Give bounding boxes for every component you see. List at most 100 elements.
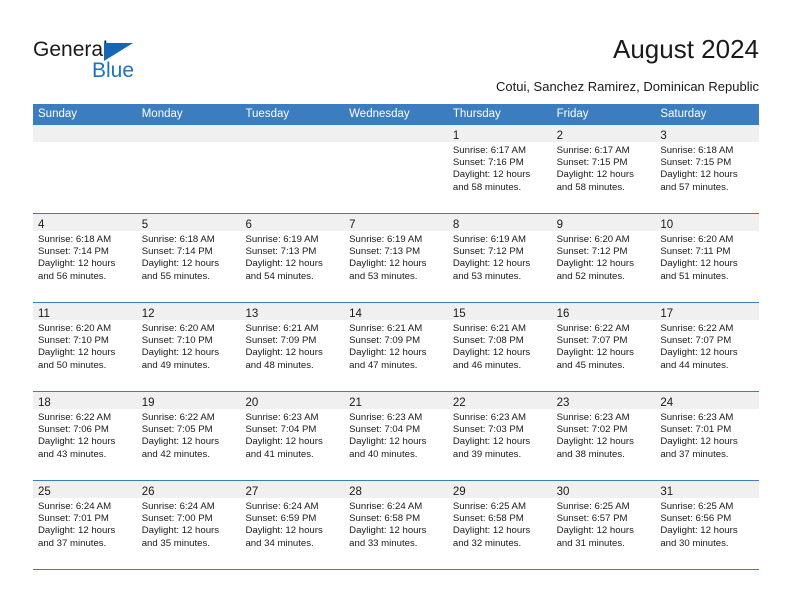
daylight-text-line2: and 48 minutes. (245, 359, 314, 371)
day-cell[interactable]: 24 Sunrise: 6:23 AM Sunset: 7:01 PM Dayligh… (655, 392, 760, 480)
daylight-text-line2: and 33 minutes. (349, 537, 418, 549)
day-number-strip: 20 (240, 392, 345, 409)
day-cell[interactable]: 31 Sunrise: 6:25 AM Sunset: 6:56 PM Dayligh… (655, 481, 760, 569)
day-cell[interactable]: 11 Sunrise: 6:20 AM Sunset: 7:10 PM Dayligh… (33, 303, 137, 391)
sunrise-text: Sunrise: 6:22 AM (141, 412, 215, 423)
day-number-strip: 7 (344, 214, 448, 231)
daylight-text-line1: Daylight: 12 hours (141, 525, 220, 537)
daylight-text-line2: and 53 minutes. (349, 270, 418, 282)
sunrise-text: Sunrise: 6:23 AM (452, 412, 526, 423)
day-number-strip: 3 (655, 125, 760, 142)
sunset-text: Sunset: 7:09 PM (245, 335, 317, 347)
daylight-text-line1: Daylight: 12 hours (141, 436, 220, 448)
daylight-text-line2: and 58 minutes. (452, 181, 522, 193)
day-details: Sunrise: 6:25 AM Sunset: 6:57 PM Daylight:… (552, 498, 656, 550)
day-details: Sunrise: 6:23 AM Sunset: 7:02 PM Daylight:… (552, 409, 656, 461)
day-cell[interactable]: 25 Sunrise: 6:24 AM Sunset: 7:01 PM Dayligh… (33, 481, 137, 569)
day-cell[interactable]: 4 Sunrise: 6:18 AM Sunset: 7:14 PM Daylight… (33, 214, 137, 302)
week-row: 18 Sunrise: 6:22 AM Sunset: 7:06 PM Dayligh… (33, 391, 760, 480)
day-cell[interactable]: 12 Sunrise: 6:20 AM Sunset: 7:10 PM Dayligh… (136, 303, 241, 391)
daylight-text-line2: and 42 minutes. (141, 448, 210, 460)
daylight-text-line1: Daylight: 12 hours (349, 436, 427, 448)
sunset-text: Sunset: 7:07 PM (556, 335, 628, 347)
day-cell[interactable]: 28 Sunrise: 6:24 AM Sunset: 6:58 PM Dayligh… (344, 481, 448, 569)
sunset-text: Sunset: 6:58 PM (452, 513, 524, 525)
day-cell[interactable]: 5 Sunrise: 6:18 AM Sunset: 7:14 PM Daylight… (136, 214, 241, 302)
sunrise-text: Sunrise: 6:23 AM (245, 412, 319, 423)
sunset-text: Sunset: 7:04 PM (245, 424, 317, 436)
day-cell[interactable]: 14 Sunrise: 6:21 AM Sunset: 7:09 PM Dayligh… (344, 303, 448, 391)
daylight-text-line2: and 44 minutes. (660, 359, 729, 371)
day-details: Sunrise: 6:21 AM Sunset: 7:09 PM Daylight:… (240, 320, 344, 372)
daylight-text-line1: Daylight: 12 hours (38, 258, 116, 270)
sunset-text: Sunset: 7:11 PM (660, 246, 731, 258)
day-number: 24 (660, 397, 674, 409)
day-cell[interactable]: 20 Sunrise: 6:23 AM Sunset: 7:04 PM Dayligh… (240, 392, 345, 480)
daylight-text-line2: and 35 minutes. (141, 537, 210, 549)
day-cell[interactable]: 17 Sunrise: 6:22 AM Sunset: 7:07 PM Dayligh… (655, 303, 760, 391)
day-details: Sunrise: 6:25 AM Sunset: 6:56 PM Daylight:… (655, 498, 759, 550)
day-cell[interactable]: 18 Sunrise: 6:22 AM Sunset: 7:06 PM Dayligh… (33, 392, 137, 480)
day-number-strip (240, 125, 345, 142)
day-cell[interactable]: 7 Sunrise: 6:19 AM Sunset: 7:13 PM Daylight… (344, 214, 448, 302)
daylight-text-line1: Daylight: 12 hours (452, 169, 531, 181)
day-cell[interactable]: 13 Sunrise: 6:21 AM Sunset: 7:09 PM Dayligh… (240, 303, 345, 391)
daylight-text-line1: Daylight: 12 hours (38, 347, 116, 359)
day-cell[interactable]: 15 Sunrise: 6:21 AM Sunset: 7:08 PM Dayligh… (447, 303, 552, 391)
day-cell[interactable]: 22 Sunrise: 6:23 AM Sunset: 7:03 PM Dayligh… (447, 392, 552, 480)
daylight-text-line2: and 55 minutes. (141, 270, 210, 282)
day-cell[interactable]: 8 Sunrise: 6:19 AM Sunset: 7:12 PM Daylight… (447, 214, 552, 302)
day-number-strip: 28 (344, 481, 448, 498)
sunrise-text: Sunrise: 6:20 AM (660, 234, 734, 245)
day-number-strip: 9 (551, 214, 656, 231)
daylight-text-line1: Daylight: 12 hours (452, 347, 531, 359)
day-cell[interactable]: 21 Sunrise: 6:23 AM Sunset: 7:04 PM Dayligh… (344, 392, 448, 480)
sunrise-text: Sunrise: 6:18 AM (38, 234, 112, 245)
day-number: 25 (38, 486, 51, 498)
day-cell[interactable]: 6 Sunrise: 6:19 AM Sunset: 7:13 PM Daylight… (240, 214, 345, 302)
daylight-text-line1: Daylight: 12 hours (245, 347, 323, 359)
day-cell[interactable]: 19 Sunrise: 6:22 AM Sunset: 7:05 PM Dayligh… (136, 392, 241, 480)
daylight-text-line1: Daylight: 12 hours (349, 258, 427, 270)
general-blue-logo[interactable]: General Blue (33, 38, 213, 88)
day-cell[interactable]: 1 Sunrise: 6:17 AM Sunset: 7:16 PM Daylight… (447, 125, 552, 213)
sunrise-text: Sunrise: 6:19 AM (245, 234, 319, 245)
day-number: 22 (452, 397, 466, 409)
day-cell[interactable]: 23 Sunrise: 6:23 AM Sunset: 7:02 PM Dayligh… (551, 392, 656, 480)
sunrise-text: Sunrise: 6:20 AM (556, 234, 630, 245)
day-number-strip (344, 125, 448, 142)
day-cell[interactable]: 30 Sunrise: 6:25 AM Sunset: 6:57 PM Dayligh… (551, 481, 656, 569)
calendar-weeks: 1 Sunrise: 6:17 AM Sunset: 7:16 PM Daylight… (33, 124, 760, 570)
sunset-text: Sunset: 7:02 PM (556, 424, 628, 436)
sunset-text: Sunset: 7:01 PM (660, 424, 732, 436)
day-cell[interactable]: 16 Sunrise: 6:22 AM Sunset: 7:07 PM Dayligh… (551, 303, 656, 391)
sunrise-text: Sunrise: 6:19 AM (349, 234, 423, 245)
sunset-text: Sunset: 6:56 PM (660, 513, 732, 525)
week-row: 11 Sunrise: 6:20 AM Sunset: 7:10 PM Dayligh… (33, 302, 760, 391)
day-cell[interactable]: 29 Sunrise: 6:25 AM Sunset: 6:58 PM Dayligh… (447, 481, 552, 569)
daylight-text-line2: and 56 minutes. (38, 270, 107, 282)
day-number-strip (33, 125, 137, 142)
day-cell[interactable]: 10 Sunrise: 6:20 AM Sunset: 7:11 PM Dayligh… (655, 214, 760, 302)
day-cell[interactable]: 27 Sunrise: 6:24 AM Sunset: 6:59 PM Dayligh… (240, 481, 345, 569)
sunrise-text: Sunrise: 6:24 AM (349, 501, 423, 512)
daylight-text-line2: and 52 minutes. (556, 270, 625, 282)
daylight-text-line1: Daylight: 12 hours (660, 258, 738, 270)
day-cell[interactable]: 9 Sunrise: 6:20 AM Sunset: 7:12 PM Daylight… (551, 214, 656, 302)
day-cell[interactable]: 2 Sunrise: 6:17 AM Sunset: 7:15 PM Daylight… (551, 125, 656, 213)
weekday-header-thursday: Thursday (452, 108, 501, 120)
daylight-text-line2: and 53 minutes. (452, 270, 522, 282)
daylight-text-line2: and 37 minutes. (38, 537, 107, 549)
day-cell[interactable]: 3 Sunrise: 6:18 AM Sunset: 7:15 PM Daylight… (655, 125, 760, 213)
day-number: 2 (556, 130, 563, 142)
day-details: Sunrise: 6:20 AM Sunset: 7:10 PM Daylight:… (33, 320, 137, 372)
day-number-strip: 5 (136, 214, 241, 231)
day-cell[interactable]: 26 Sunrise: 6:24 AM Sunset: 7:00 PM Dayligh… (136, 481, 241, 569)
day-number: 21 (349, 397, 362, 409)
sunset-text: Sunset: 7:00 PM (141, 513, 213, 525)
week-row: 4 Sunrise: 6:18 AM Sunset: 7:14 PM Daylight… (33, 213, 760, 302)
logo-text-blue: Blue (92, 59, 135, 82)
sunrise-text: Sunrise: 6:20 AM (141, 323, 215, 334)
sunrise-text: Sunrise: 6:24 AM (245, 501, 319, 512)
day-number-strip: 12 (136, 303, 241, 320)
